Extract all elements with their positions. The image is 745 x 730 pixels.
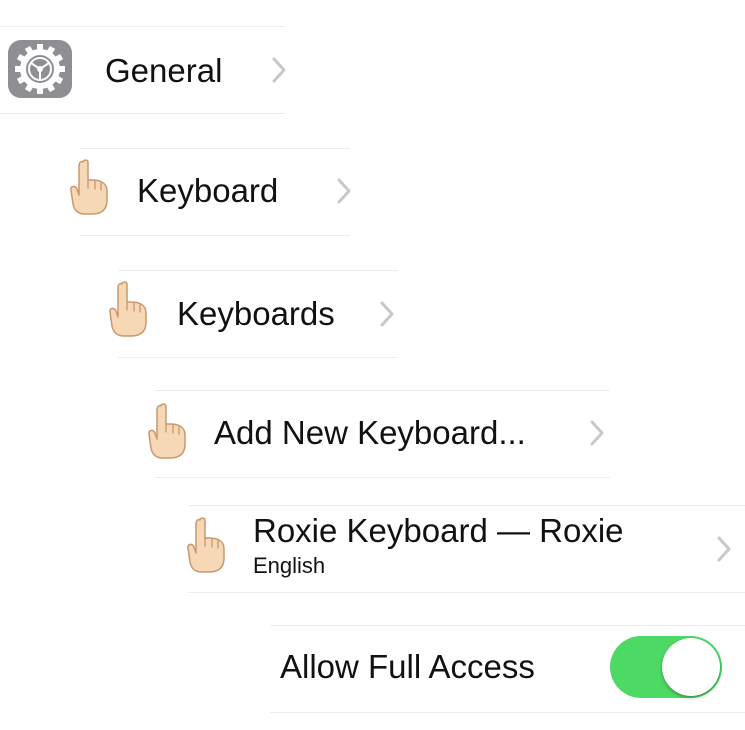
roxie-keyboard-language: English bbox=[253, 553, 326, 578]
keyboards-label: Keyboards bbox=[177, 295, 335, 332]
chevron-right-icon bbox=[715, 534, 733, 564]
pointing-hand-icon bbox=[144, 402, 188, 460]
chevron-right-icon bbox=[588, 418, 606, 448]
allow-full-access-toggle[interactable] bbox=[610, 636, 722, 698]
allow-full-access-label: Allow Full Access bbox=[280, 648, 535, 685]
gear-icon bbox=[8, 40, 72, 98]
keyboard-label: Keyboard bbox=[137, 172, 279, 209]
chevron-right-icon bbox=[335, 176, 353, 206]
roxie-keyboard-label: Roxie Keyboard — Roxie bbox=[253, 512, 624, 549]
pointing-hand-icon bbox=[105, 280, 149, 338]
add-new-keyboard-label: Add New Keyboard... bbox=[214, 414, 526, 451]
chevron-right-icon bbox=[270, 55, 288, 85]
general-label: General bbox=[105, 52, 223, 89]
chevron-right-icon bbox=[378, 299, 396, 329]
pointing-hand-icon bbox=[66, 158, 110, 216]
pointing-hand-icon bbox=[183, 516, 227, 574]
toggle-knob[interactable] bbox=[662, 638, 720, 696]
